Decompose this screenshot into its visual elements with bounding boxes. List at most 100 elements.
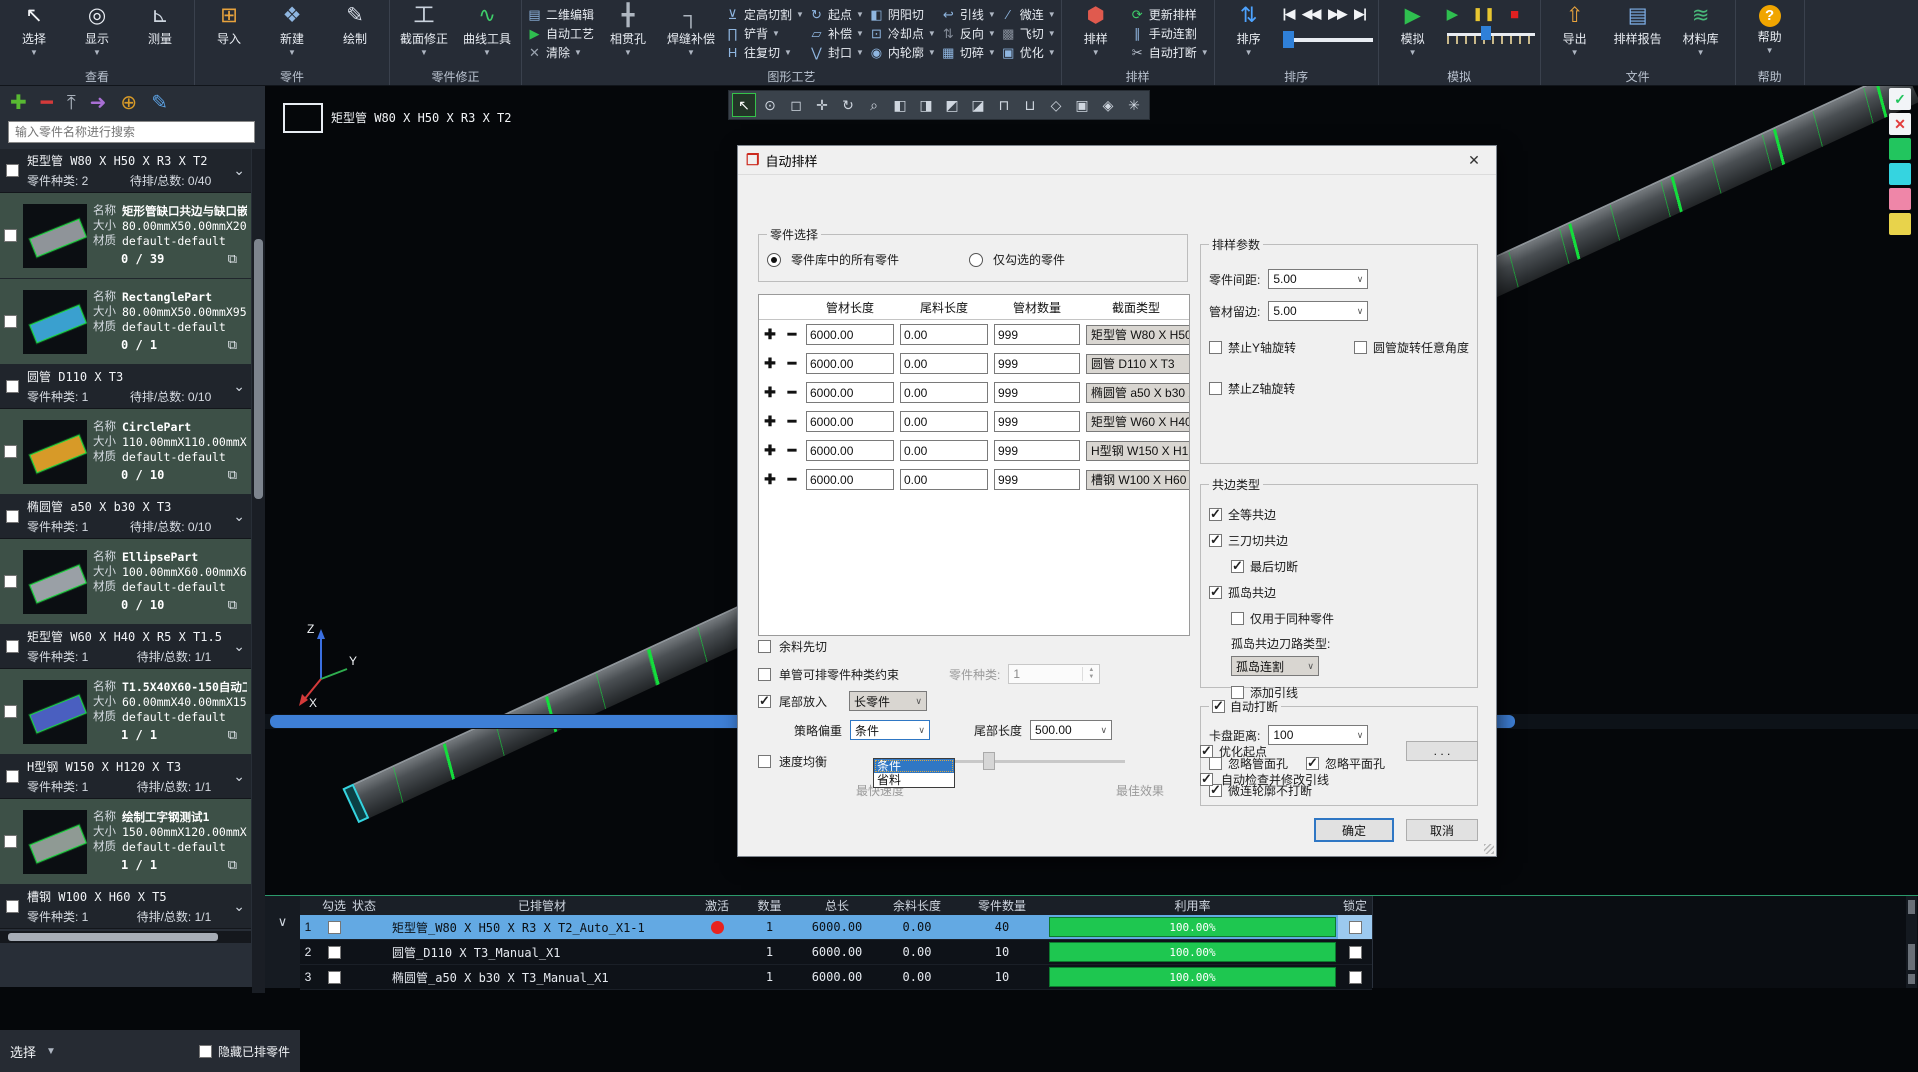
section-type-combo[interactable]: 矩型管 W80 X H50 X R3 X T2∨ <box>1086 325 1190 345</box>
section-type-combo[interactable]: 圆管 D110 X T3∨ <box>1086 354 1190 374</box>
zoom-icon[interactable]: ⌕ <box>862 93 886 117</box>
export-button[interactable]: ⇧导出▼ <box>1546 2 1604 69</box>
all-parts-radio[interactable] <box>767 253 781 267</box>
edit-2d-button[interactable]: ▤二维编辑 <box>527 6 594 23</box>
remove-row-button[interactable]: ━ <box>781 384 803 401</box>
nest-button[interactable]: ⬢排样▼ <box>1067 2 1125 69</box>
new-part-button[interactable]: ❖新建▼ <box>263 2 321 69</box>
no-y-rotation-checkbox[interactable] <box>1209 341 1222 354</box>
part-card[interactable]: 名称 CirclePart 大小 110.00mmX110.00mmX600.0… <box>0 409 251 495</box>
help-button[interactable]: ?帮助▼ <box>1741 2 1799 69</box>
sidebar-horizontal-scrollbar[interactable] <box>0 931 251 943</box>
copy-icon[interactable]: ⧉ <box>228 597 237 613</box>
row-checkbox[interactable] <box>328 921 341 934</box>
remove-row-button[interactable]: ━ <box>781 442 803 459</box>
add-row-button[interactable]: ✚ <box>759 326 781 343</box>
optimize-button[interactable]: ▣优化▼ <box>1001 44 1056 61</box>
optimize-start-checkbox[interactable] <box>1200 745 1213 758</box>
add-row-button[interactable]: ✚ <box>759 442 781 459</box>
tail-length-combo[interactable]: 500.00∨ <box>1030 720 1112 740</box>
part-card[interactable]: 名称 EllipsePart 大小 100.00mmX60.00mmX600.0… <box>0 539 251 625</box>
no-z-rotation-checkbox[interactable] <box>1209 382 1222 395</box>
nested-pipe-row[interactable]: 3 椭圆管_a50 X b30 X T3_Manual_X1 1 6000.00… <box>300 965 1372 990</box>
add-part-icon[interactable]: ✚ <box>10 91 27 115</box>
pipe-qty-input[interactable] <box>994 440 1080 461</box>
select-cursor-icon[interactable]: ↖ <box>732 93 756 117</box>
speed-balance-slider[interactable] <box>935 752 1125 770</box>
section-fix-button[interactable]: 工截面修正▼ <box>395 2 453 69</box>
checked-parts-radio[interactable] <box>969 253 983 267</box>
strategy-option[interactable]: 省料 <box>874 773 954 787</box>
tail-insert-combo[interactable]: 长零件∨ <box>849 691 927 711</box>
add-row-button[interactable]: ✚ <box>759 384 781 401</box>
cool-point-button[interactable]: ⊡冷却点▼ <box>869 25 936 42</box>
island-path-type-combo[interactable]: 孤岛连割∨ <box>1231 656 1319 676</box>
coedge-checkbox[interactable] <box>1209 508 1222 521</box>
nested-pipe-row[interactable]: 1 矩型管_W80 X H50 X R3 X T2_Auto_X1-1 1 60… <box>300 915 1372 940</box>
row-checkbox[interactable] <box>328 946 341 959</box>
part-card[interactable]: 名称 绘制工字钢测试1 大小 150.00mmX120.00mmX590.00m… <box>0 799 251 885</box>
slider-knob[interactable] <box>983 752 995 770</box>
remove-part-icon[interactable]: ━ <box>41 91 53 115</box>
remove-row-button[interactable]: ━ <box>781 326 803 343</box>
part-group-row[interactable]: 椭圆管 a50 X b30 X T3 零件种类: 1 待排/总数: 0/10 ⌄ <box>0 495 251 539</box>
step-back-button[interactable]: ◀◀ <box>1302 6 1320 22</box>
edge-margin-combo[interactable]: 5.00∨ <box>1268 301 1368 321</box>
inner-contour-button[interactable]: ◉内轮廓▼ <box>869 44 936 61</box>
copy-icon[interactable]: ⧉ <box>228 467 237 483</box>
chevron-down-icon[interactable]: ⌄ <box>233 378 245 395</box>
shred-button[interactable]: ▦切碎▼ <box>941 44 996 61</box>
shovel-back-button[interactable]: ∏铲背▼ <box>725 25 804 42</box>
group-checkbox[interactable] <box>6 164 19 177</box>
lock-checkbox[interactable] <box>1349 921 1362 934</box>
report-button[interactable]: ▤排样报告 <box>1609 2 1667 69</box>
swatch-pink-icon[interactable] <box>1889 188 1911 210</box>
view-iso-icon[interactable]: ◇ <box>1044 93 1068 117</box>
confirm-icon[interactable]: ✓ <box>1889 88 1911 110</box>
display-button[interactable]: ◎显示▼ <box>68 2 126 69</box>
view-left-icon[interactable]: ◩ <box>940 93 964 117</box>
import-button[interactable]: ⊞导入 <box>200 2 258 69</box>
pipe-length-input[interactable] <box>806 353 894 374</box>
circle-any-angle-checkbox[interactable] <box>1354 341 1367 354</box>
surplus-first-checkbox[interactable] <box>758 640 771 653</box>
draw-button[interactable]: ✎绘制 <box>326 2 384 69</box>
chevron-down-icon[interactable]: ⌄ <box>233 768 245 785</box>
tail-length-input[interactable] <box>900 382 988 403</box>
group-checkbox[interactable] <box>6 900 19 913</box>
pipe-qty-input[interactable] <box>994 382 1080 403</box>
add-row-button[interactable]: ✚ <box>759 355 781 372</box>
pipe-qty-input[interactable] <box>994 469 1080 490</box>
coedge-checkbox[interactable] <box>1209 534 1222 547</box>
reverse-button[interactable]: ⇅反向▼ <box>941 25 996 42</box>
send-part-icon[interactable]: ➜ <box>90 91 107 115</box>
pipe-qty-input[interactable] <box>994 411 1080 432</box>
part-checkbox[interactable] <box>4 445 17 458</box>
optimize-start-options-button[interactable]: . . . <box>1406 741 1478 761</box>
section-type-combo[interactable]: 矩型管 W60 X H40 X R5 X T1.5∨ <box>1086 412 1190 432</box>
auto-break-button[interactable]: ✂自动打断▼ <box>1130 44 1209 61</box>
pipe-length-input[interactable] <box>806 411 894 432</box>
tail-length-input[interactable] <box>900 440 988 461</box>
copy-icon[interactable]: ⧉ <box>228 857 237 873</box>
part-group-row[interactable]: 矩型管 W80 X H50 X R3 X T2 零件种类: 2 待排/总数: 0… <box>0 149 251 193</box>
sort-speed-slider[interactable] <box>1283 38 1373 42</box>
lock-checkbox[interactable] <box>1349 946 1362 959</box>
section-type-combo[interactable]: 椭圆管 a50 X b30 X T3∨ <box>1086 383 1190 403</box>
stop-icon[interactable]: ■ <box>1510 6 1519 23</box>
auto-break-checkbox[interactable] <box>1212 700 1225 713</box>
pipe-length-input[interactable] <box>806 382 894 403</box>
pipe-qty-input[interactable] <box>994 353 1080 374</box>
material-lib-button[interactable]: ≋材料库▼ <box>1672 2 1730 69</box>
strategy-option[interactable]: 条件 <box>874 759 954 773</box>
single-pipe-constraint-checkbox[interactable] <box>758 668 771 681</box>
pipe-length-input[interactable] <box>806 469 894 490</box>
coedge-checkbox[interactable] <box>1231 560 1244 573</box>
part-checkbox[interactable] <box>4 575 17 588</box>
part-group-row[interactable]: 槽钢 W100 X H60 X T5 零件种类: 1 待排/总数: 1/1 ⌄ <box>0 885 251 929</box>
hide-nested-checkbox[interactable] <box>199 1045 212 1058</box>
sidebar-vertical-scrollbar[interactable] <box>252 149 265 993</box>
cursor-button[interactable]: ↖选择▼ <box>5 2 63 69</box>
slider-knob[interactable] <box>1283 31 1294 48</box>
fly-cut-button[interactable]: ▩飞切▼ <box>1001 25 1056 42</box>
